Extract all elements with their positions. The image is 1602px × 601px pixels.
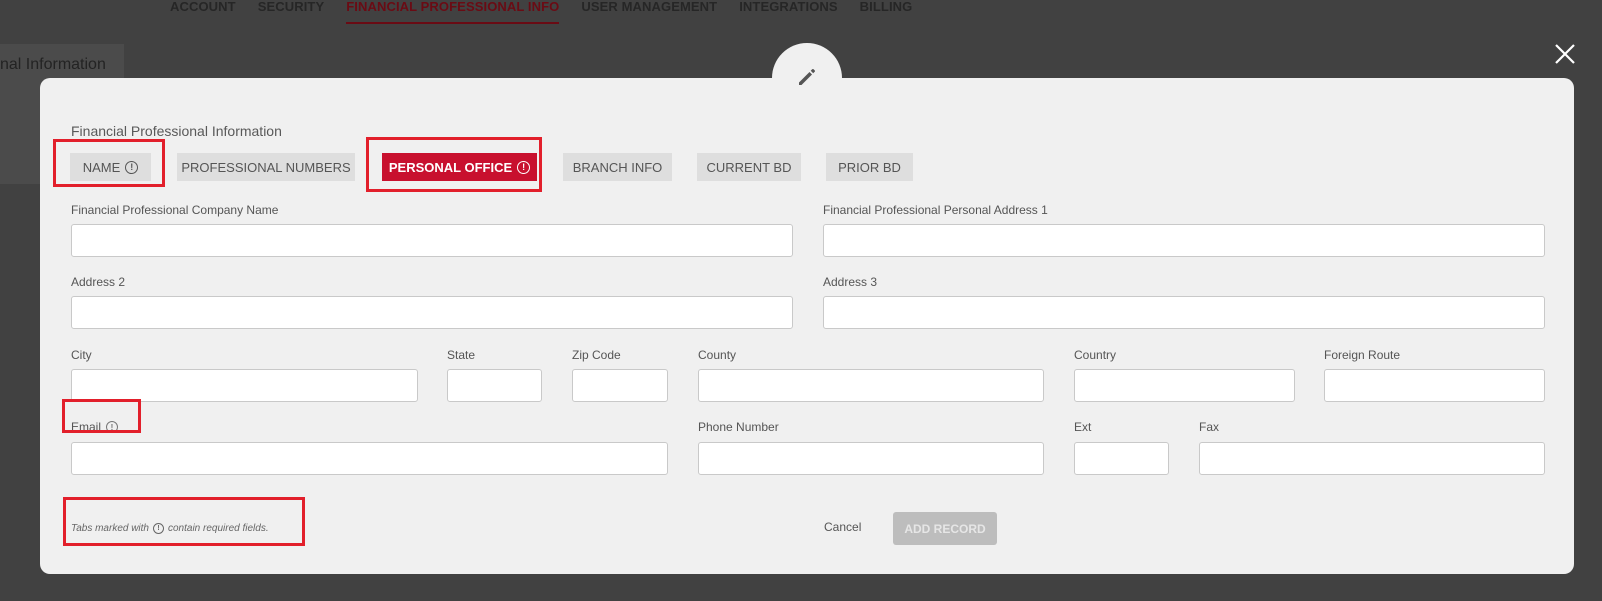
tab-branch-info-label: BRANCH INFO xyxy=(572,159,663,175)
footnote-text-before: Tabs marked with xyxy=(71,523,149,534)
nav-account[interactable]: ACCOUNT xyxy=(170,0,236,24)
edit-badge xyxy=(772,43,842,113)
city-input[interactable] xyxy=(71,369,418,402)
background-nav: ACCOUNT SECURITY FINANCIAL PROFESSIONAL … xyxy=(170,0,912,26)
ext-input[interactable] xyxy=(1074,442,1169,475)
modal-title: Financial Professional Information xyxy=(71,123,282,139)
city-label: City xyxy=(71,348,92,362)
tab-name[interactable]: NAME ! xyxy=(70,153,151,181)
add-record-modal: Financial Professional Information NAME … xyxy=(40,78,1574,574)
ext-label: Ext xyxy=(1074,420,1092,434)
close-icon[interactable] xyxy=(1553,42,1579,68)
foreign-route-input[interactable] xyxy=(1324,369,1545,402)
add-record-button[interactable]: ADD RECORD xyxy=(893,512,997,545)
nav-security[interactable]: SECURITY xyxy=(258,0,325,24)
tab-current-bd-label: CURRENT BD xyxy=(706,159,792,175)
nav-billing[interactable]: BILLING xyxy=(860,0,913,24)
foreign-route-label: Foreign Route xyxy=(1324,348,1401,362)
tab-prior-bd-label: PRIOR BD xyxy=(838,159,901,175)
footnote-text-after: contain required fields. xyxy=(168,523,269,534)
fax-label: Fax xyxy=(1199,420,1220,434)
fax-input[interactable] xyxy=(1199,442,1545,475)
tab-professional-numbers-label: PROFESSIONAL NUMBERS xyxy=(181,159,351,175)
required-info-icon: ! xyxy=(125,160,139,174)
nav-financial-professional-info[interactable]: FINANCIAL PROFESSIONAL INFO xyxy=(346,0,560,24)
email-label-text: Email xyxy=(71,420,102,434)
state-label: State xyxy=(447,348,476,362)
company-name-input[interactable] xyxy=(71,224,793,257)
pencil-icon xyxy=(799,69,815,85)
company-name-label: Financial Professional Company Name xyxy=(71,203,279,217)
required-info-icon: ! xyxy=(517,160,531,174)
address3-input[interactable] xyxy=(823,296,1545,329)
county-input[interactable] xyxy=(698,369,1044,402)
required-fields-footnote: Tabs marked with ! contain required fiel… xyxy=(71,523,269,534)
phone-input[interactable] xyxy=(698,442,1044,475)
tab-professional-numbers[interactable]: PROFESSIONAL NUMBERS xyxy=(177,153,355,181)
email-label: Email ! xyxy=(71,420,119,434)
country-input[interactable] xyxy=(1074,369,1295,402)
address3-label: Address 3 xyxy=(823,275,878,289)
zip-input[interactable] xyxy=(572,369,668,402)
email-input[interactable] xyxy=(71,442,668,475)
nav-user-management[interactable]: USER MANAGEMENT xyxy=(581,0,717,24)
address2-label: Address 2 xyxy=(71,275,126,289)
zip-label: Zip Code xyxy=(572,348,621,362)
country-label: Country xyxy=(1074,348,1117,362)
tab-personal-office-label: PERSONAL OFFICE xyxy=(388,159,513,175)
required-info-icon: ! xyxy=(153,523,164,534)
nav-integrations[interactable]: INTEGRATIONS xyxy=(739,0,837,24)
tab-branch-info[interactable]: BRANCH INFO xyxy=(563,153,672,181)
background-panel-lower xyxy=(0,84,40,184)
tab-name-label: NAME xyxy=(82,159,121,175)
county-label: County xyxy=(698,348,737,362)
address1-input[interactable] xyxy=(823,224,1545,257)
background-panel-title: nal Information xyxy=(0,56,106,73)
address2-input[interactable] xyxy=(71,296,793,329)
address1-label: Financial Professional Personal Address … xyxy=(823,203,1048,217)
required-info-icon: ! xyxy=(106,421,119,433)
state-input[interactable] xyxy=(447,369,542,402)
cancel-button[interactable]: Cancel xyxy=(824,520,861,534)
tab-current-bd[interactable]: CURRENT BD xyxy=(697,153,801,181)
tab-prior-bd[interactable]: PRIOR BD xyxy=(826,153,913,181)
tab-personal-office[interactable]: PERSONAL OFFICE ! xyxy=(382,153,537,181)
phone-label: Phone Number xyxy=(698,420,779,434)
